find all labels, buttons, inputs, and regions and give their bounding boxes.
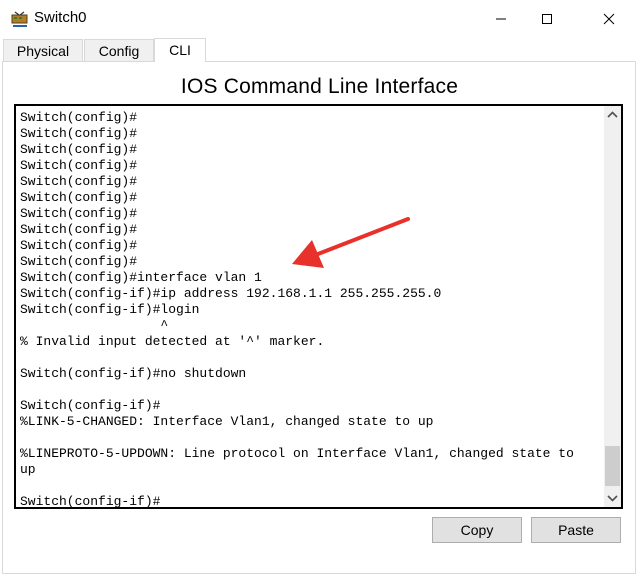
paste-button[interactable]: Paste (531, 517, 621, 543)
copy-button[interactable]: Copy (432, 517, 522, 543)
arrow-shaft (316, 217, 410, 256)
annotation-arrow (292, 217, 410, 268)
